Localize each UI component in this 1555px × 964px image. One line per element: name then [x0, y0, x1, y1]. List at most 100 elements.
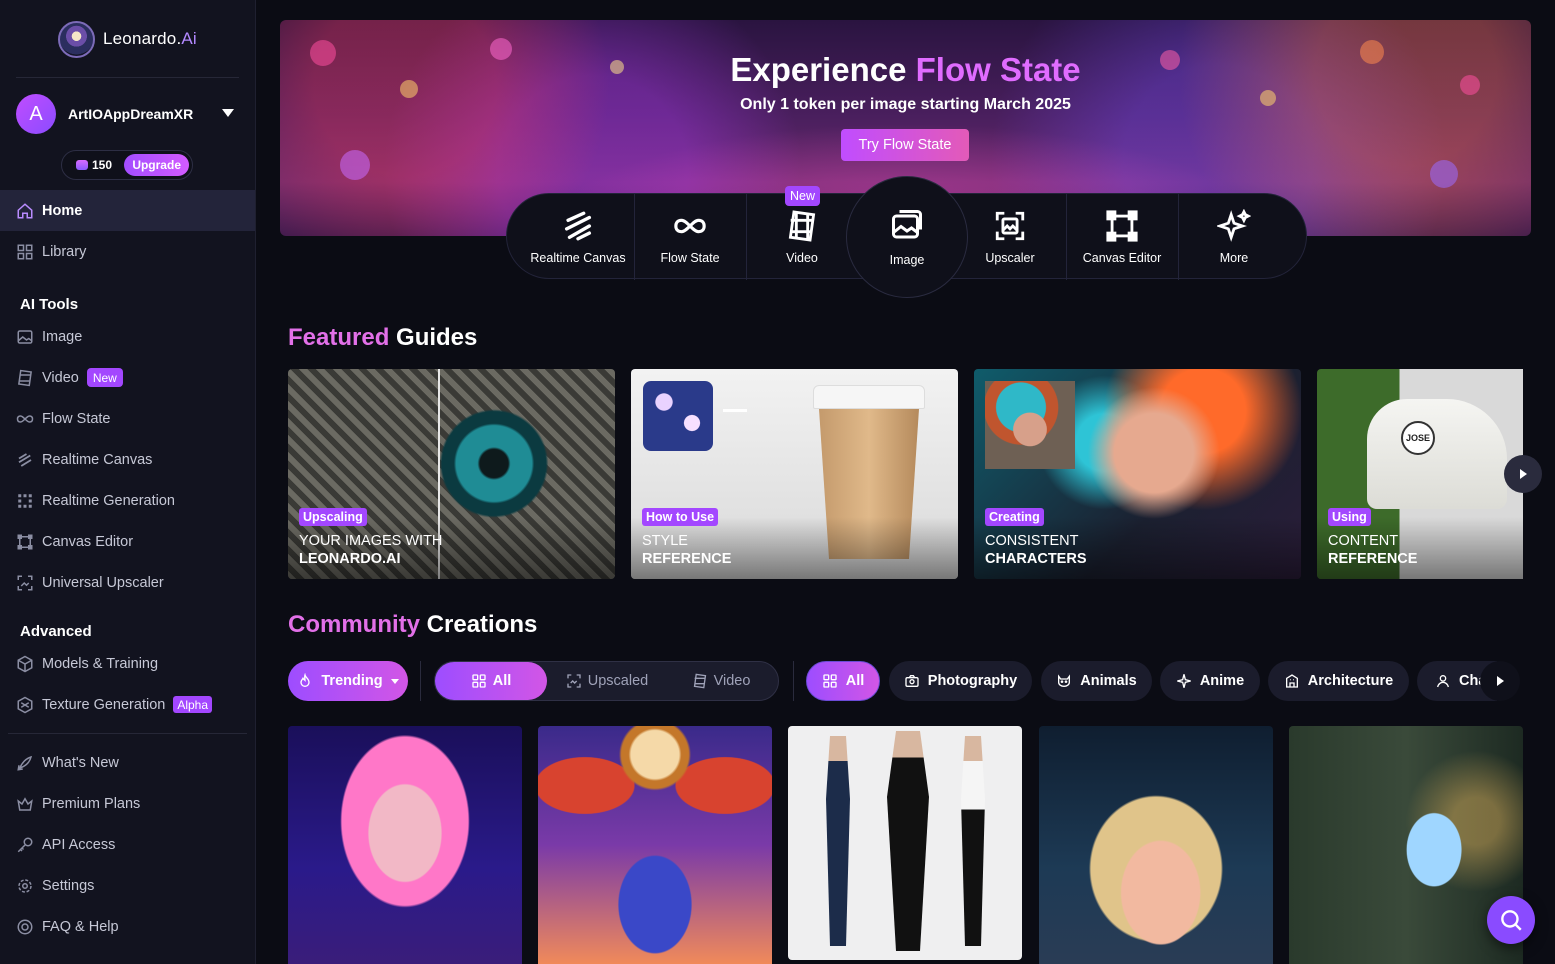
sidebar-item-universal-upscaler[interactable]: Universal Upscaler: [0, 562, 255, 603]
leonardo-logo-icon: [58, 20, 95, 58]
sidebar-item-label: Library: [42, 243, 87, 260]
style-swatch: [643, 381, 713, 451]
sort-dropdown[interactable]: Trending: [288, 661, 408, 701]
tool-realtime-canvas[interactable]: Realtime Canvas: [523, 194, 633, 280]
guide-title-line: CONTENT: [1328, 533, 1399, 549]
tool-flow-state[interactable]: Flow State: [635, 194, 745, 280]
categories-next-button[interactable]: [1480, 661, 1520, 701]
user-menu[interactable]: A ArtIOAppDreamXR: [16, 94, 240, 134]
alpha-badge: Alpha: [173, 696, 213, 713]
type-filter-upscaled[interactable]: Upscaled: [549, 662, 665, 700]
brand-name: Leonardo.Ai: [103, 29, 197, 48]
tool-more[interactable]: More: [1179, 194, 1289, 280]
try-flow-state-button[interactable]: Try Flow State: [841, 129, 969, 161]
tool-upscaler[interactable]: Upscaler: [955, 194, 1065, 280]
help-chat-button[interactable]: [1487, 896, 1535, 944]
crown-icon: [16, 795, 34, 813]
model-figure: [887, 731, 929, 951]
guide-card-content-reference[interactable]: JOSE Using CONTENT REFERENCE: [1317, 369, 1523, 579]
logo[interactable]: Leonardo.Ai: [58, 20, 197, 58]
bokeh-light: [1430, 160, 1458, 188]
image-icon: [16, 328, 34, 346]
guides-next-button[interactable]: [1504, 455, 1542, 493]
guide-title-line: REFERENCE: [642, 551, 732, 567]
sidebar-item-models-training[interactable]: Models & Training: [0, 643, 255, 684]
grid-icon: [823, 674, 837, 688]
category-animals[interactable]: Animals: [1041, 661, 1152, 701]
sidebar-item-label: Models & Training: [42, 655, 159, 672]
cup-lid: [813, 385, 925, 409]
sidebar-item-home[interactable]: Home: [0, 190, 255, 231]
sidebar-item-label: Video: [42, 369, 79, 386]
sidebar-item-image[interactable]: Image: [0, 316, 255, 357]
category-all[interactable]: All: [806, 661, 880, 701]
sidebar-item-label: Home: [42, 202, 83, 219]
type-filter-all[interactable]: All: [435, 662, 547, 700]
sidebar-item-settings[interactable]: Settings: [0, 865, 255, 906]
upgrade-button[interactable]: Upgrade: [124, 154, 189, 176]
infinity-icon: [16, 410, 34, 428]
sidebar-item-label: Premium Plans: [42, 795, 141, 812]
help-icon: [16, 918, 34, 936]
community-image-card[interactable]: [288, 726, 522, 964]
sidebar-item-library[interactable]: Library: [0, 231, 255, 272]
realtime-canvas-icon: [564, 211, 592, 241]
guide-tag: Upscaling: [299, 508, 367, 526]
tool-label: Image: [889, 253, 925, 267]
key-icon: [16, 836, 34, 854]
type-filter-video[interactable]: Video: [665, 662, 777, 700]
model-figure: [826, 736, 850, 946]
tool-launcher: Realtime Canvas Flow State Video New Ima…: [506, 176, 1307, 298]
tool-video[interactable]: Video: [747, 194, 857, 280]
community-image-card[interactable]: [1039, 726, 1273, 964]
guide-title-line: YOUR IMAGES WITH: [299, 533, 443, 549]
guide-card-upscaling[interactable]: Upscaling YOUR IMAGES WITH LEONARDO.AI: [288, 369, 615, 579]
sidebar-item-faq-help[interactable]: FAQ & Help: [0, 906, 255, 947]
community-creations-heading: Community Creations: [288, 611, 538, 638]
tool-canvas-editor[interactable]: Canvas Editor: [1067, 194, 1177, 280]
divider: [793, 661, 794, 701]
tool-label: Upscaler: [985, 251, 1035, 265]
community-filters: Trending All Upscaled Video All Photogra…: [288, 661, 1520, 701]
home-icon: [16, 202, 34, 220]
sidebar-item-label: FAQ & Help: [42, 918, 119, 935]
category-anime[interactable]: Anime: [1160, 661, 1260, 701]
category-architecture[interactable]: Architecture: [1268, 661, 1409, 701]
sort-label: Trending: [321, 673, 383, 689]
sidebar-item-flow-state[interactable]: Flow State: [0, 398, 255, 439]
section-heading-advanced: Advanced: [20, 623, 92, 640]
film-icon: [16, 369, 34, 387]
category-photography[interactable]: Photography: [889, 661, 1032, 701]
community-image-card[interactable]: [788, 726, 1022, 960]
upscale-icon: [567, 674, 581, 688]
divider: [8, 733, 247, 734]
guide-title-line: LEONARDO.AI: [299, 551, 401, 567]
sidebar-item-realtime-generation[interactable]: Realtime Generation: [0, 480, 255, 521]
token-icon: [76, 160, 88, 170]
sidebar-item-premium-plans[interactable]: Premium Plans: [0, 783, 255, 824]
guide-title-line: REFERENCE: [1328, 551, 1418, 567]
animal-icon: [1058, 674, 1071, 687]
cube-icon: [16, 655, 34, 673]
sidebar-item-whats-new[interactable]: What's New: [0, 742, 255, 783]
sidebar-item-label: Canvas Editor: [42, 533, 134, 550]
sidebar-item-realtime-canvas[interactable]: Realtime Canvas: [0, 439, 255, 480]
tool-image[interactable]: Image: [846, 176, 968, 298]
sidebar-item-api-access[interactable]: API Access: [0, 824, 255, 865]
film-icon: [693, 673, 706, 689]
new-badge: New: [785, 186, 821, 206]
section-heading-ai-tools: AI Tools: [20, 296, 79, 313]
guide-card-style-reference[interactable]: How to Use STYLE REFERENCE: [631, 369, 958, 579]
community-image-card[interactable]: [538, 726, 772, 964]
token-count: 150: [92, 158, 113, 172]
sidebar-item-canvas-editor[interactable]: Canvas Editor: [0, 521, 255, 562]
sidebar-item-video[interactable]: Video New: [0, 357, 255, 398]
canvas-icon: [1106, 210, 1138, 242]
tool-label: Flow State: [660, 251, 720, 265]
sparkles-icon: [1217, 209, 1251, 242]
guide-tag: Creating: [985, 508, 1044, 526]
sidebar-item-texture-generation[interactable]: Texture Generation Alpha: [0, 684, 255, 725]
divider: [16, 77, 239, 78]
guide-title-line: CONSISTENT: [985, 533, 1079, 549]
guide-card-consistent-characters[interactable]: Creating CONSISTENT CHARACTERS: [974, 369, 1301, 579]
